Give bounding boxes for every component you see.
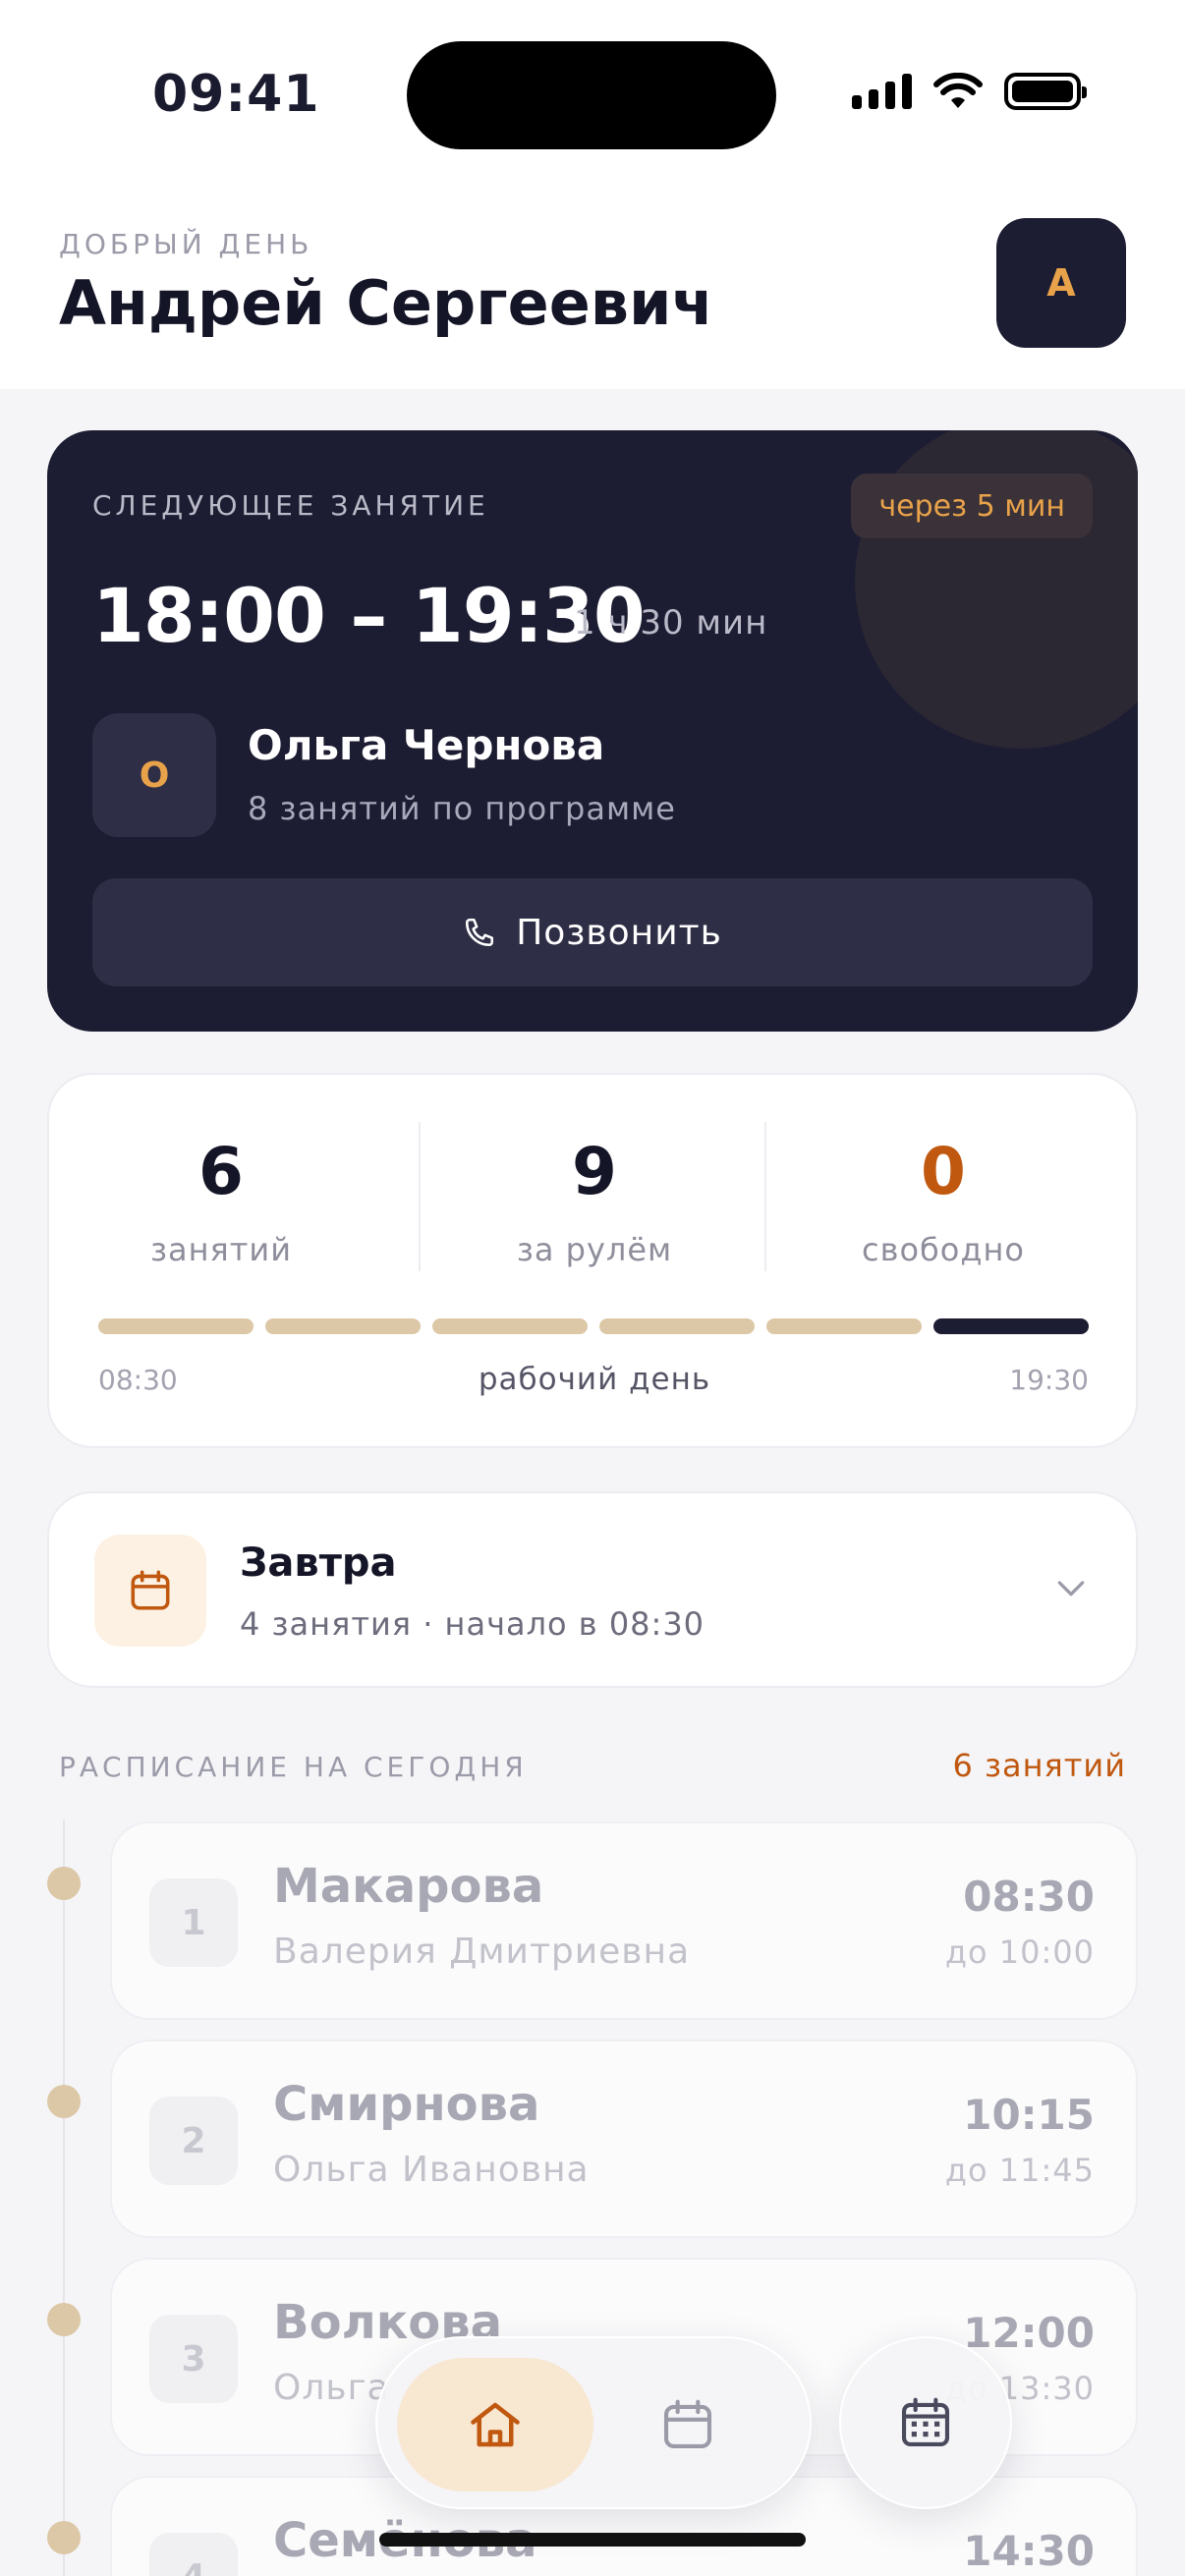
timeline-line — [63, 1820, 65, 2576]
tomorrow-title: Завтра — [240, 1540, 397, 1586]
day-progress-bar — [98, 1318, 1089, 1334]
timeline-dot — [47, 1867, 81, 1900]
divider — [764, 1122, 766, 1271]
progress-segment-done — [265, 1318, 421, 1334]
wifi-icon — [933, 73, 983, 108]
progress-segment-done — [432, 1318, 588, 1334]
student-name: Ольга Чернова — [248, 721, 605, 769]
call-button[interactable]: Позвонить — [92, 878, 1093, 986]
student-avatar: О — [92, 713, 216, 837]
nav-calendar-button[interactable] — [637, 2374, 739, 2476]
lesson-start: 14:30 — [963, 2527, 1095, 2575]
stat-driving-label: за рулём — [516, 1231, 673, 1268]
lesson-duration: 1 ч 30 мин — [574, 603, 768, 643]
student-first-name: Ольга — [273, 2368, 390, 2408]
lesson-time-range: 18:00 – 19:30 — [92, 572, 646, 659]
status-icons — [852, 73, 1087, 110]
next-lesson-label: СЛЕДУЮЩЕЕ ЗАНЯТИЕ — [92, 489, 489, 522]
stat-free-label: свободно — [862, 1231, 1025, 1268]
nav-month-button[interactable] — [839, 2336, 1012, 2509]
progress-segment-current — [933, 1318, 1089, 1334]
greeting-label: ДОБРЫЙ ДЕНЬ — [59, 228, 313, 260]
status-time: 09:41 — [152, 65, 320, 124]
timeline-dot — [47, 2521, 81, 2554]
day-end-time: 19:30 — [1009, 1364, 1089, 1396]
progress-segment-done — [599, 1318, 755, 1334]
stat-lessons-label: занятий — [149, 1231, 293, 1268]
next-lesson-card[interactable]: СЛЕДУЮЩЕЕ ЗАНЯТИЕ через 5 мин 18:00 – 19… — [47, 430, 1138, 1032]
stat-free: 0 свободно — [771, 1134, 1115, 1268]
schedule-item[interactable]: 2 Смирнова Ольга Ивановна 10:15 до 11:45 — [110, 2040, 1138, 2238]
student-last-name: Макарова — [273, 1859, 544, 1914]
lesson-index: 1 — [149, 1878, 238, 1967]
home-icon — [471, 2402, 520, 2447]
student-first-name: Ольга Ивановна — [273, 2150, 590, 2190]
timeline-dot — [47, 2303, 81, 2336]
calendar-icon — [663, 2399, 712, 2449]
lesson-start: 08:30 — [963, 1873, 1095, 1921]
lesson-index: 2 — [149, 2097, 238, 2185]
student-progress: 8 занятий по программе — [248, 790, 676, 827]
student-first-name: Валерия Дмитриевна — [273, 1932, 691, 1972]
student-last-name: Смирнова — [273, 2077, 540, 2132]
starts-soon-badge: через 5 мин — [851, 474, 1093, 538]
bottom-nav — [375, 2336, 812, 2509]
instructor-name: Андрей Сергеевич — [59, 267, 714, 339]
battery-icon — [1004, 73, 1087, 110]
tomorrow-summary: 4 занятия · начало в 08:30 — [240, 1605, 705, 1643]
profile-avatar[interactable]: А — [996, 218, 1126, 348]
lesson-index: 4 — [149, 2533, 238, 2576]
stat-lessons-value: 6 — [198, 1134, 244, 1209]
stat-driving-value: 9 — [572, 1134, 617, 1209]
day-stats-card: 6 занятий 9 за рулём 0 свободно 08:30 ра… — [47, 1073, 1138, 1448]
lesson-start: 12:00 — [963, 2309, 1095, 2357]
lesson-index: 3 — [149, 2315, 238, 2403]
progress-segment-done — [98, 1318, 254, 1334]
signal-icon — [852, 74, 912, 109]
lesson-end: до 10:00 — [944, 1933, 1095, 1971]
tomorrow-card[interactable]: Завтра 4 занятия · начало в 08:30 — [47, 1491, 1138, 1688]
chevron-down-icon[interactable] — [1051, 1568, 1091, 1607]
call-button-label: Позвонить — [516, 912, 722, 953]
schedule-label: РАСПИСАНИЕ НА СЕГОДНЯ — [59, 1751, 528, 1783]
schedule-count: 6 занятий — [952, 1747, 1126, 1784]
home-indicator — [379, 2533, 806, 2547]
top-header: 09:41 ДОБРЫЙ ДЕНЬ Андрей Сергеевич А — [0, 0, 1185, 389]
month-calendar-icon — [901, 2397, 950, 2447]
schedule-item[interactable]: 1 Макарова Валерия Дмитриевна 08:30 до 1… — [110, 1821, 1138, 2020]
calendar-icon — [94, 1535, 206, 1647]
progress-segment-done — [766, 1318, 922, 1334]
stat-lessons: 6 занятий — [49, 1134, 393, 1268]
dynamic-island — [407, 41, 776, 149]
stat-driving: 9 за рулём — [423, 1134, 766, 1268]
lesson-end: до 11:45 — [944, 2152, 1095, 2189]
nav-home-button[interactable] — [397, 2358, 593, 2492]
lesson-start: 10:15 — [963, 2091, 1095, 2139]
divider — [419, 1122, 421, 1271]
stat-free-value: 0 — [921, 1134, 966, 1209]
phone-icon — [466, 918, 494, 947]
timeline-dot — [47, 2085, 81, 2118]
working-day-label: рабочий день — [478, 1362, 711, 1397]
